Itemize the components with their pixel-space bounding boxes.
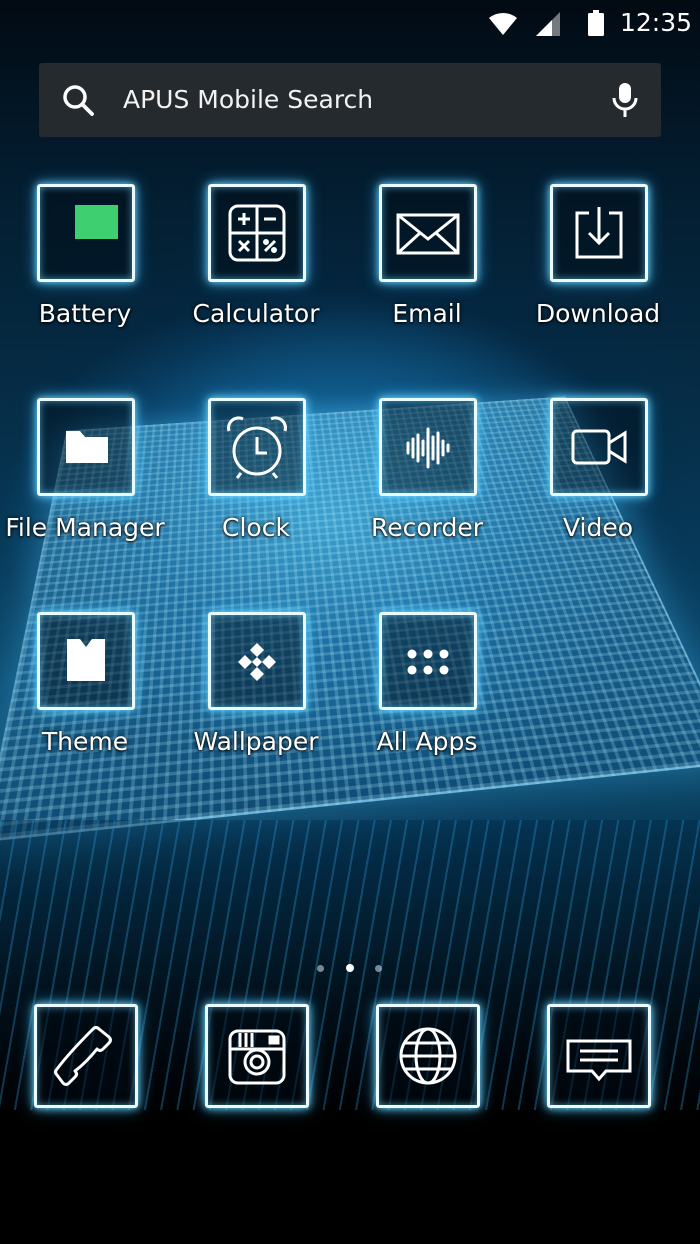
app-all-apps[interactable]: All Apps [342,612,512,782]
page-dot-2-active[interactable] [346,964,354,972]
calculator-icon[interactable] [208,184,306,282]
shirt-icon[interactable] [37,612,135,710]
alarm-clock-icon[interactable] [208,398,306,496]
app-video[interactable]: Video [513,398,683,568]
page-dot-1[interactable] [317,965,324,972]
app-wallpaper[interactable]: Wallpaper [171,612,341,782]
battery-icon [588,10,604,36]
envelope-icon[interactable] [379,184,477,282]
app-theme[interactable]: Theme [0,612,170,782]
download-icon[interactable] [550,184,648,282]
dock-browser[interactable] [376,1004,480,1108]
app-clock[interactable]: Clock [171,398,341,568]
search-input[interactable]: APUS Mobile Search [123,83,373,117]
app-battery[interactable]: Battery [0,184,170,354]
phone-icon[interactable] [34,1004,138,1108]
dock-phone[interactable] [34,1004,138,1108]
search-icon[interactable] [61,83,95,117]
dock-camera[interactable] [205,1004,309,1108]
sound-wave-icon[interactable] [379,398,477,496]
message-icon[interactable] [547,1004,651,1108]
search-bar[interactable]: APUS Mobile Search [39,63,661,137]
diamond-grid-icon[interactable] [208,612,306,710]
app-download[interactable]: Download [513,184,683,354]
app-label: Video [562,513,634,542]
dock-messages[interactable] [547,1004,651,1108]
status-bar: 12:35 [0,0,700,48]
app-recorder[interactable]: Recorder [342,398,512,568]
microphone-icon[interactable] [611,81,639,119]
camera-icon[interactable] [205,1004,309,1108]
app-grid-icon[interactable] [379,612,477,710]
cell-signal-icon [536,12,560,36]
wifi-icon [489,12,517,36]
app-calculator[interactable]: Calculator [171,184,341,354]
video-camera-icon[interactable] [550,398,648,496]
app-label: Download [535,299,661,328]
folder-icon[interactable] [37,398,135,496]
status-bar-time: 12:35 [620,8,693,37]
globe-icon[interactable] [376,1004,480,1108]
page-dot-3[interactable] [375,965,382,972]
wallpaper-bottom-fade [0,1110,700,1244]
battery-level-icon[interactable] [37,184,135,282]
app-file-manager[interactable]: File Manager [0,398,170,568]
page-indicator[interactable] [312,962,388,976]
app-email[interactable]: Email [342,184,512,354]
app-label: All Apps [376,727,478,756]
